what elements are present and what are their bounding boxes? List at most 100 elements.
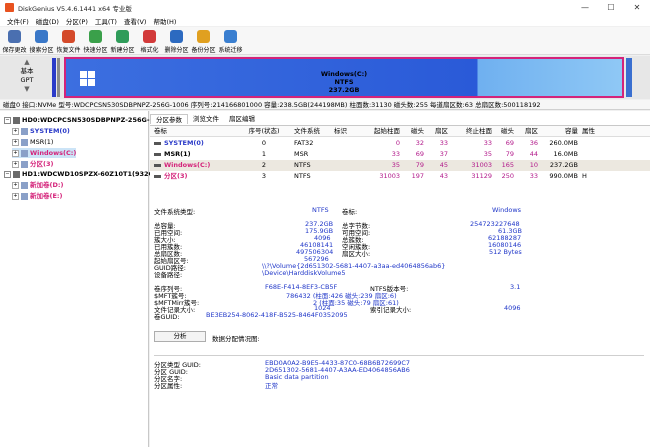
diskmap-partition-fs: NTFS [334,78,354,86]
expand-icon[interactable]: + [12,181,19,189]
expand-icon[interactable]: + [12,160,19,168]
table-cell-fs: FAT32 [294,139,314,147]
column-header[interactable]: 序号(状态) [246,126,282,137]
divider [154,355,644,356]
table-cell-s1: 43 [439,172,448,180]
diskmap-partition-name: Windows(C:) [320,70,368,78]
tab-strip: 分区参数 浏览文件 扇区编辑 [150,114,260,124]
tree-item[interactable]: + 新加卷(E:) [12,191,62,201]
arrow-down-icon[interactable]: ▼ [8,85,46,94]
table-cell-c1: 0 [395,139,400,147]
menu-partition[interactable]: 分区(P) [66,16,88,26]
expand-icon[interactable]: + [12,127,19,135]
table-cell-s2: 33 [529,172,538,180]
toolbar-button-system-migrate[interactable]: 系统迁移 [218,27,243,54]
maximize-button[interactable]: ☐ [598,0,624,15]
tree-item-label: 新加卷(E:) [30,192,63,200]
analyze-button[interactable]: 分析 [154,331,206,342]
toolbar-button-save[interactable]: 保存更改 [2,27,27,54]
table-row[interactable]: 分区(3) 3 NTFS 31003 197 43 31129 250 33 990.0MB H [150,171,650,182]
diskmap-partition-windows[interactable]: Windows(C:) NTFS 237.2GB [64,57,624,98]
menu-disk[interactable]: 磁盘(D) [36,16,59,26]
menu-file[interactable]: 文件(F) [7,16,29,26]
table-cell-size: 990.0MB [549,172,578,180]
toolbar-button-new-partition[interactable]: 新建分区 [110,27,135,54]
tree-item[interactable]: + 新加卷(D:) [12,180,63,190]
table-cell-h1: 197 [411,172,424,180]
column-header[interactable]: 卷标 [154,126,244,137]
diskmap-partition-msr[interactable] [57,58,60,97]
toolbar-button-label: 保存更改 [2,47,27,54]
title-bar: DiskGenius V5.4.6.1441 x64 专业版 — ☐ ✕ [0,0,650,15]
toolbar-button-backup-partition[interactable]: 备份分区 [191,27,216,54]
partition-icon [21,192,28,200]
tree-item[interactable]: − HD1:WDCWD10SPZX-60Z10T1(932GB) [4,169,162,179]
menu-view[interactable]: 查看(V) [124,16,147,26]
column-header[interactable]: 标识 [334,126,354,137]
device-path-value: \Device\HarddiskVolume5 [262,269,346,277]
column-header[interactable]: 磁头 [492,126,514,137]
index-record-size-value: 4096 [504,304,521,312]
column-header[interactable]: 扇区 [514,126,538,137]
column-header[interactable]: 起始柱面 [356,126,400,137]
close-button[interactable]: ✕ [624,0,650,15]
table-cell-c2: 31003 [471,161,492,169]
disk-icon [13,116,20,124]
table-row[interactable]: MSR(1) 1 MSR 33 69 37 35 79 44 16.0MB [150,149,650,160]
tree-item-label: 分区(3) [30,160,54,168]
table-cell-s1: 45 [439,161,448,169]
fs-type-label: 文件系统类型: [154,208,196,216]
toolbar-button-delete-partition[interactable]: 删除分区 [164,27,189,54]
column-header[interactable]: 文件系统 [294,126,334,137]
toolbar-button-label: 删除分区 [164,47,189,54]
collapse-icon[interactable]: − [4,170,11,178]
expand-icon[interactable]: + [12,192,19,200]
toolbar-button-format[interactable]: 格式化 [137,27,162,54]
tab-partition-params[interactable]: 分区参数 [150,114,188,124]
expand-icon[interactable]: + [12,149,19,157]
device-path-label: 设备路径: [154,271,183,279]
tab-sector-edit[interactable]: 扇区编辑 [224,114,260,124]
column-header[interactable]: 属性 [582,126,602,137]
toolbar-button-search-partition[interactable]: 搜索分区 [29,27,54,54]
column-header[interactable]: 磁头 [400,126,424,137]
save-icon [8,30,21,43]
menu-tools[interactable]: 工具(T) [95,16,117,26]
column-header[interactable]: 扇区 [424,126,448,137]
table-cell-s1: 37 [439,150,448,158]
table-row[interactable]: Windows(C:) 2 NTFS 35 79 45 31003 165 10 237.2GB [150,160,650,171]
partition-icon [21,181,28,189]
menu-help[interactable]: 帮助(H) [153,16,176,26]
minimize-button[interactable]: — [572,0,598,15]
table-row[interactable]: SYSTEM(0) 0 FAT32 0 32 33 33 69 36 260.0MB [150,138,650,149]
table-cell-size: 16.0MB [553,150,578,158]
table-cell-fs: NTFS [294,172,311,180]
tree-item[interactable]: − HD0:WDCPCSN530SDBPNPZ-256G-1006 [4,115,168,125]
table-cell-s1: 33 [439,139,448,147]
tree-item[interactable]: + MSR(1) [12,137,53,147]
toolbar-button-quick-partition[interactable]: 快速分区 [83,27,108,54]
diskmap-partition-system[interactable] [52,58,56,97]
table-cell-index: 3 [261,172,267,180]
partition-table: 卷标 序号(状态) 文件系统 标识 起始柱面 磁头 扇区 终止柱面 磁头 扇区 容量 属性 SYSTEM… [150,125,650,183]
toolbar-button-label: 格式化 [140,47,159,54]
disk-tree: − HD0:WDCPCSN530SDBPNPZ-256G-1006 + SYSTEM(… [0,111,168,447]
collapse-icon[interactable]: − [4,116,11,124]
disk-info-line: 磁盘0 接口:NVMe 型号:WDCPCSN530SDBPNPZ-256G-10… [0,100,650,110]
arrow-up-icon[interactable]: ▲ [8,58,46,67]
table-cell-name: 分区(3) [164,172,188,180]
diskmap-partition-recovery[interactable] [626,58,632,97]
tab-browse-files[interactable]: 浏览文件 [188,114,224,124]
toolbar-button-recover-file[interactable]: 恢复文件 [56,27,81,54]
expand-icon[interactable]: + [12,138,19,146]
tree-item[interactable]: + Windows(C:) [12,148,77,158]
table-cell-name: MSR(1) [164,150,191,158]
column-header[interactable]: 容量 [538,126,578,137]
column-header[interactable]: 终止柱面 [450,126,492,137]
backup-partition-icon [197,30,210,43]
table-cell-h2: 79 [505,150,514,158]
table-cell-index: 2 [261,161,267,169]
table-cell-h2: 165 [501,161,514,169]
tree-item[interactable]: + 分区(3) [12,159,53,169]
tree-item[interactable]: + SYSTEM(0) [12,126,70,136]
